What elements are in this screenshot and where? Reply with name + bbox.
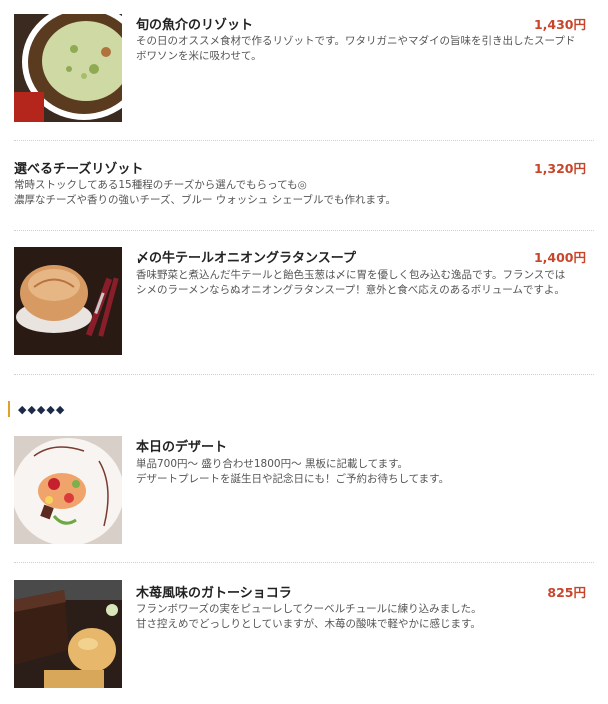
item-description-line: 甘さ控えめでどっしりとしていますが、木苺の酸味で軽やかに感じます。 (136, 618, 481, 630)
menu-item-cheese-risotto: 選べるチーズリゾット 1,320円 常時ストックしてある15種程のチーズから選ん… (14, 158, 594, 231)
menu-item-oxtail-onion-soup: 〆の牛テールオニオングラタンスープ 1,400円 香味野菜と煮込んだ牛テールと飴… (14, 247, 594, 375)
menu-item-seafood-risotto: 旬の魚介のリゾット 1,430円 その日のオススメ食材で作るリゾットです。ワタリ… (14, 14, 594, 141)
section-title: ◆◆◆◆◆ (18, 402, 66, 416)
section-accent-bar (8, 401, 10, 417)
item-description-line: デザートプレートを誕生日や記念日にも！ご予約お待ちしてます。 (136, 473, 450, 485)
item-name: 木苺風味のガトーショコラ (136, 586, 292, 601)
item-description-line: その日のオススメ食材で作るリゾットです。ワタリガニやマダイの旨味を引き出したスー… (136, 35, 576, 47)
item-description-line: ボワソンを米に吸わせて。 (136, 50, 262, 62)
item-description: フランボワーズの実をピューレしてクーベルチュールに練り込みました。 甘さ控えめで… (136, 602, 482, 632)
item-name: 旬の魚介のリゾット (136, 18, 254, 33)
seafood-risotto-photo (14, 14, 122, 122)
item-price: 1,400円 (533, 250, 586, 265)
item-price: 1,320円 (533, 161, 586, 176)
item-price: 825円 (547, 585, 586, 600)
item-name: 選べるチーズリゾット (14, 162, 144, 177)
item-description-line: フランボワーズの実をピューレしてクーベルチュールに練り込みました。 (136, 603, 482, 615)
dessert-section-header: ◆◆◆◆◆ (8, 400, 65, 418)
item-name: 〆の牛テールオニオングラタンスープ (136, 251, 356, 266)
item-description-line: 常時ストックしてある15種程のチーズから選んでもらっても◎ (14, 179, 307, 191)
item-description-line: 単品700円～ 盛り合わせ1800円～ 黒板に記載してます。 (136, 458, 409, 470)
menu-item-todays-dessert: 本日のデザート 単品700円～ 盛り合わせ1800円～ 黒板に記載してます。 デ… (14, 436, 594, 563)
gateau-chocolat-photo (14, 580, 122, 688)
item-description-line: 濃厚なチーズや香りの強いチーズ、ブルー ウォッシュ シェーブルでも作れます。 (14, 194, 396, 206)
item-description: 常時ストックしてある15種程のチーズから選んでもらっても◎ 濃厚なチーズや香りの… (14, 178, 396, 208)
item-description: 単品700円～ 盛り合わせ1800円～ 黒板に記載してます。 デザートプレートを… (136, 457, 449, 487)
item-description: その日のオススメ食材で作るリゾットです。ワタリガニやマダイの旨味を引き出したスー… (136, 34, 575, 64)
item-description-line: 香味野菜と煮込んだ牛テールと飴色玉葱は〆に胃を優しく包み込む逸品です。フランスで… (136, 269, 566, 281)
item-name: 本日のデザート (136, 440, 228, 455)
onion-soup-photo (14, 247, 122, 355)
item-price: 1,430円 (533, 17, 586, 32)
menu-item-gateau-chocolat: 木苺風味のガトーショコラ 825円 フランボワーズの実をピューレしてクーベルチュ… (14, 580, 594, 692)
item-description: 香味野菜と煮込んだ牛テールと飴色玉葱は〆に胃を優しく包み込む逸品です。フランスで… (136, 268, 565, 298)
item-description-line: シメのラーメンならぬオニオングラタンスープ！意外と食べ応えのあるボリュームですよ… (136, 284, 565, 296)
dessert-plate-photo (14, 436, 122, 544)
